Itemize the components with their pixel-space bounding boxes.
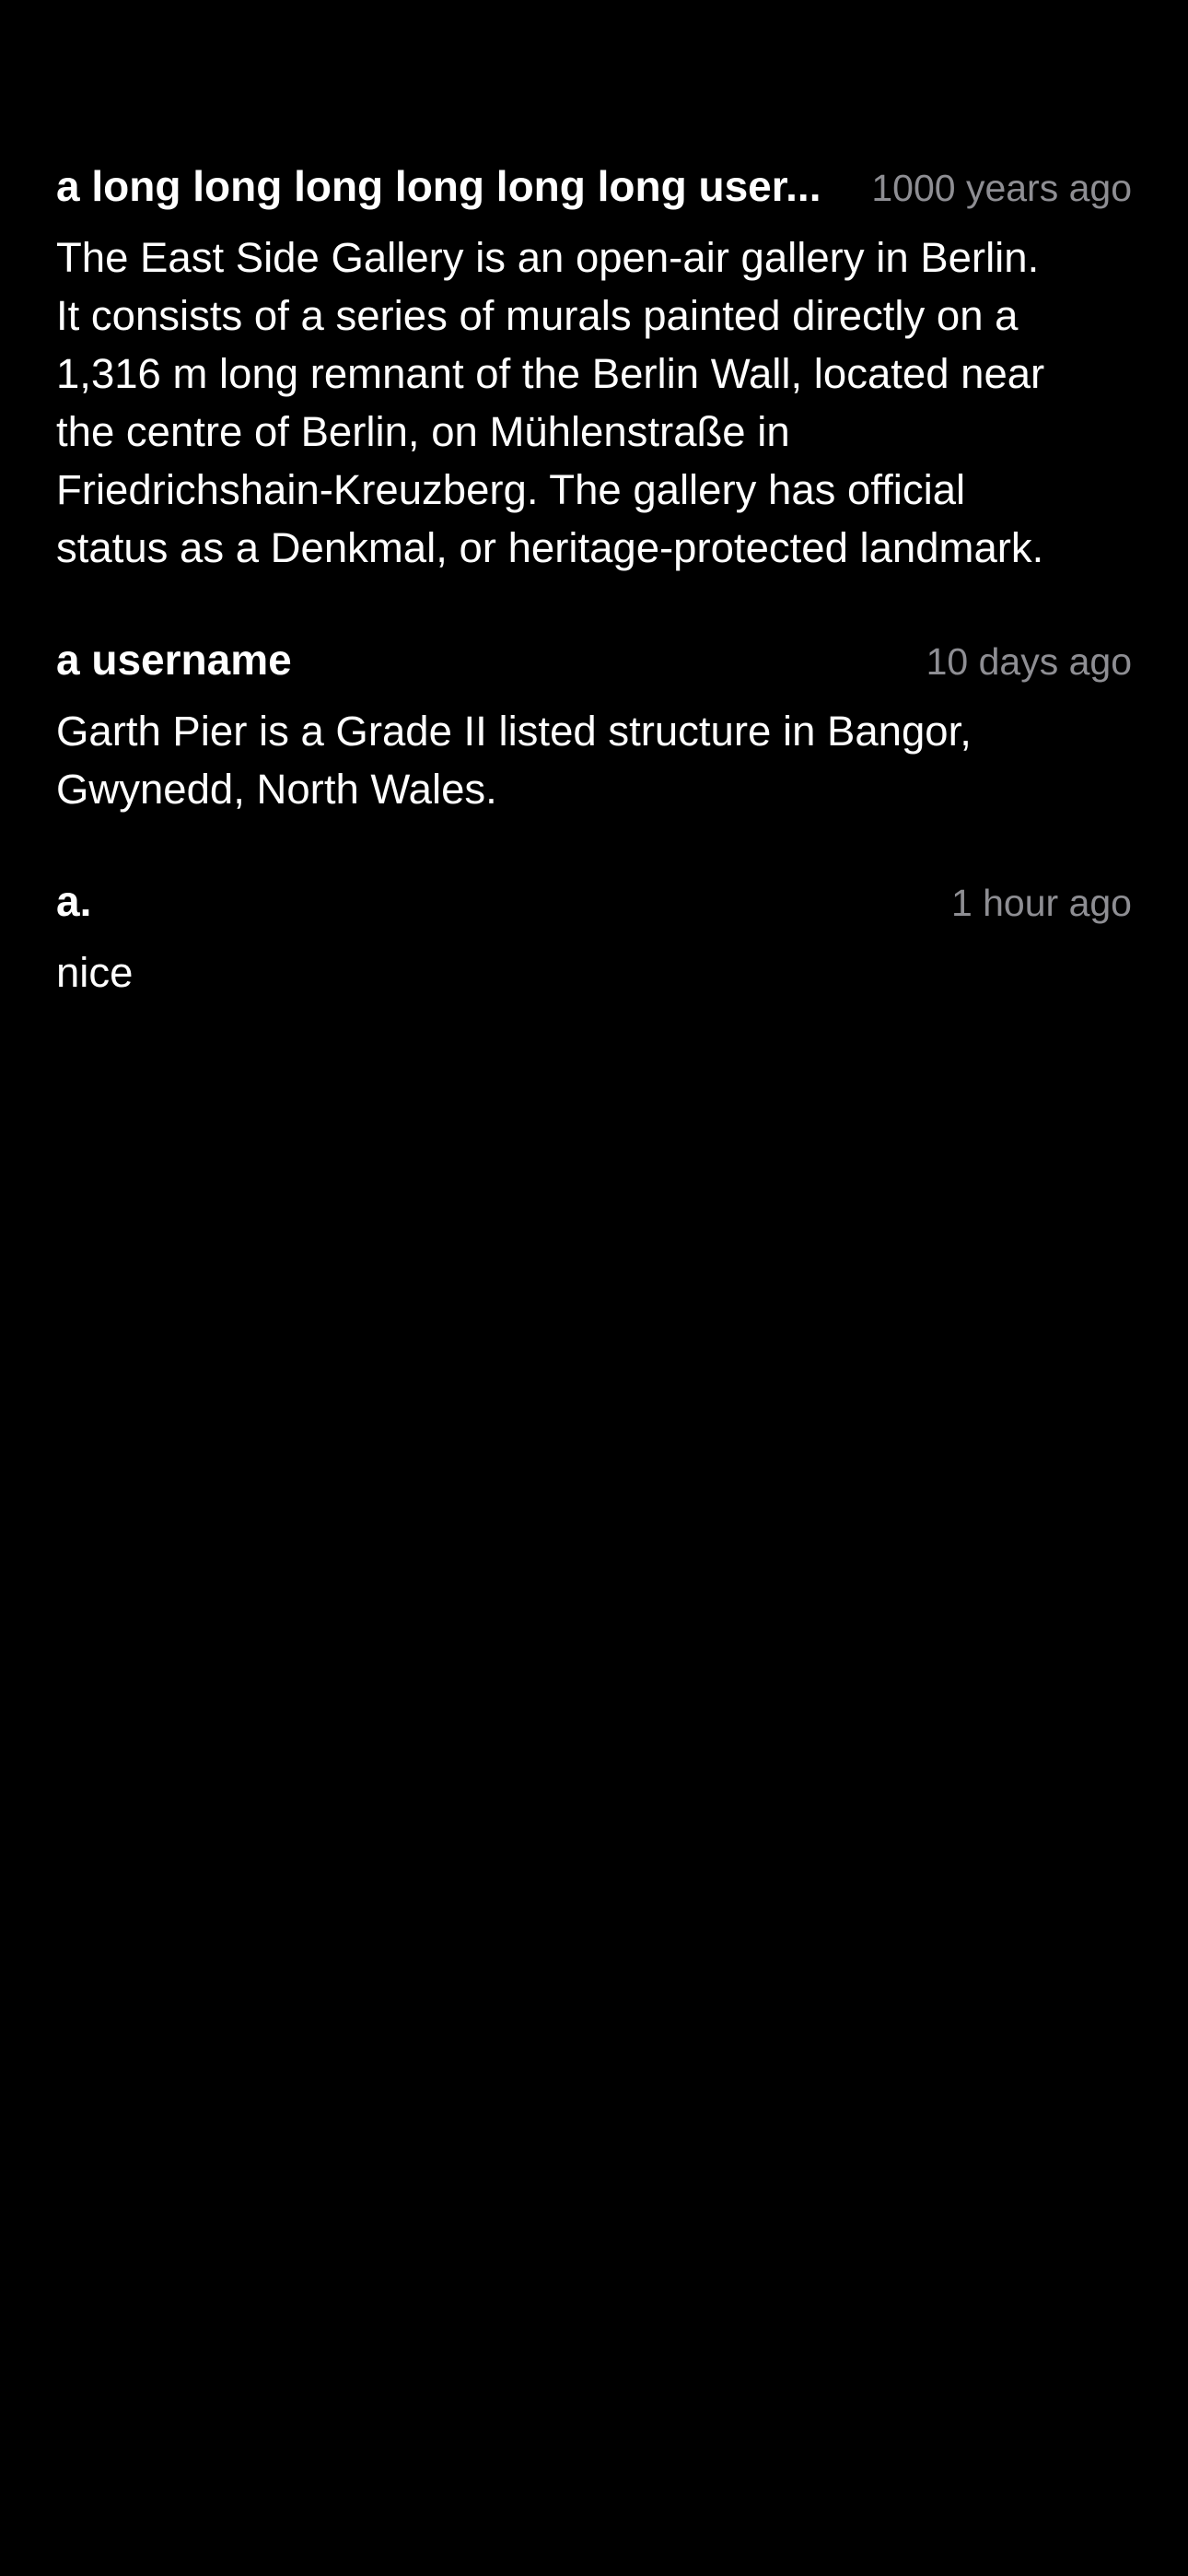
comment-item[interactable]: a long long long long long long user... …	[56, 153, 1132, 577]
comment-username[interactable]: a username	[56, 626, 926, 693]
comment-body: The East Side Gallery is an open-air gal…	[56, 228, 1132, 577]
comment-body: nice	[56, 943, 1132, 1001]
comment-body: Garth Pier is a Grade II listed structur…	[56, 702, 1132, 818]
comment-body-line: The East Side Gallery is an open-air gal…	[56, 234, 1040, 281]
comment-body-line: nice	[56, 949, 134, 996]
comment-header: a long long long long long long user... …	[56, 153, 1132, 219]
comment-list: a long long long long long long user... …	[56, 153, 1132, 1051]
comment-header: a. 1 hour ago	[56, 868, 1132, 934]
comment-item[interactable]: a. 1 hour ago nice	[56, 868, 1132, 1001]
comment-header: a username 10 days ago	[56, 626, 1132, 693]
comment-item[interactable]: a username 10 days ago Garth Pier is a G…	[56, 626, 1132, 818]
comment-username[interactable]: a.	[56, 868, 951, 934]
comment-timestamp: 1000 years ago	[871, 167, 1132, 209]
comment-body-line: Friedrichshain-Kreuzberg. The gallery ha…	[56, 466, 966, 513]
comment-timestamp: 1 hour ago	[950, 882, 1132, 924]
comment-username[interactable]: a long long long long long long user...	[56, 153, 871, 219]
comment-timestamp: 10 days ago	[926, 640, 1132, 683]
comment-body-line: It consists of a series of murals painte…	[56, 292, 1019, 339]
comment-body-line: 1,316 m long remnant of the Berlin Wall,…	[56, 350, 1045, 397]
comment-body-line: status as a Denkmal, or heritage-protect…	[56, 524, 1044, 571]
comment-body-line: Garth Pier is a Grade II listed structur…	[56, 708, 972, 755]
comment-body-line: Gwynedd, North Wales.	[56, 766, 497, 813]
comment-body-line: the centre of Berlin, on Mühlenstraße in	[56, 408, 790, 455]
